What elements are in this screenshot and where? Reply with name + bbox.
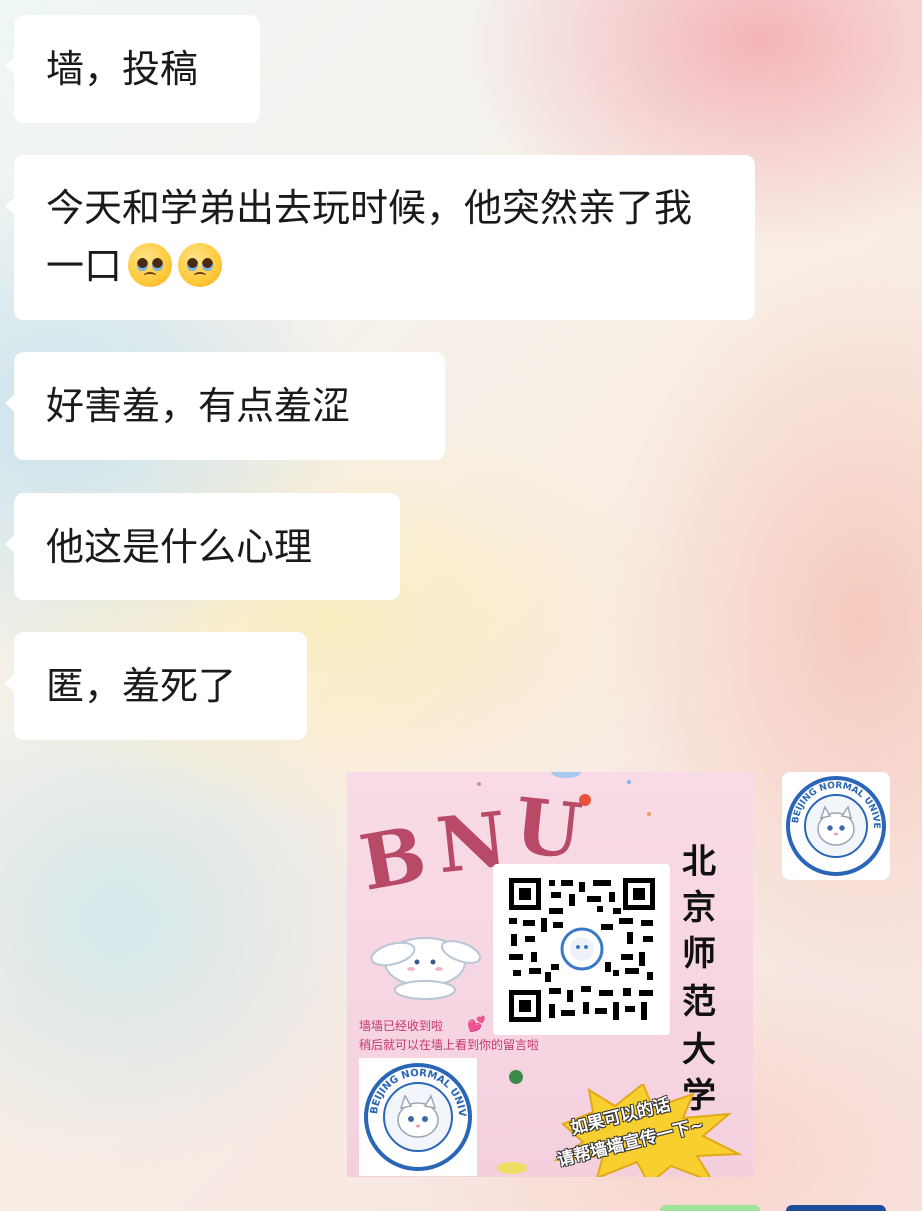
qr-code [493,864,670,1035]
next-avatar-edge [786,1205,886,1211]
bnu-logo-avatar-icon: BEIJING NORMAL UNIVERSITY [782,772,886,876]
cinnamoroll-character-icon [370,937,482,1000]
decor-dot [551,772,581,778]
message-text: 匿，羞死了 [46,664,237,708]
decor-dot [627,780,631,784]
poster-title-char: 北 [682,842,716,882]
message-text: 好害羞，有点羞涩 [46,384,351,428]
pleading-face-emoji-icon [178,243,223,287]
decor-dot [477,782,481,786]
image-message-poster[interactable]: B N U 北 京 师 范 大 学 墙墙已经收到啦 💕 稍后就可以在墙上看到你的… [347,772,753,1177]
bnu-letter-u: U [510,780,586,877]
sender-avatar[interactable]: BEIJING NORMAL UNIVERSITY [782,772,890,880]
message-bubble-2[interactable]: 今天和学弟出去玩时候，他突然亲了我一口 [5,155,755,320]
bnu-letter-b: B [353,809,433,908]
poster-title-char: 大 [682,1030,716,1070]
poster-title-char: 范 [682,982,716,1022]
bnu-logo-icon: BEIJING NORMAL UNIVERSITY [354,1050,472,1171]
heart-icon: 💕 [467,1015,486,1033]
message-text: 他这是什么心理 [46,525,313,569]
qr-code-icon [509,878,655,1022]
message-bubble-4[interactable]: 他这是什么心理 [5,493,400,600]
message-bubble-3[interactable]: 好害羞，有点羞涩 [5,352,445,460]
poster-caption-line-2: 稍后就可以在墙上看到你的留言啦 [359,1038,540,1052]
poster-caption-line-1: 墙墙已经收到啦 [359,1019,444,1033]
decor-dot [497,1162,527,1174]
message-text: 墙，投稿 [46,47,199,91]
message-bubble-5[interactable]: 匿，羞死了 [5,632,307,740]
poster-title-char: 京 [682,888,716,928]
poster-title-char: 师 [682,934,716,974]
decor-dot [647,812,651,816]
next-message-edge [660,1205,760,1211]
decor-dot [509,1070,523,1084]
bnu-logo: BEIJING NORMAL UNIVERSITY [354,1050,477,1176]
message-bubble-1[interactable]: 墙，投稿 [5,15,260,123]
pleading-face-emoji-icon [128,243,173,287]
